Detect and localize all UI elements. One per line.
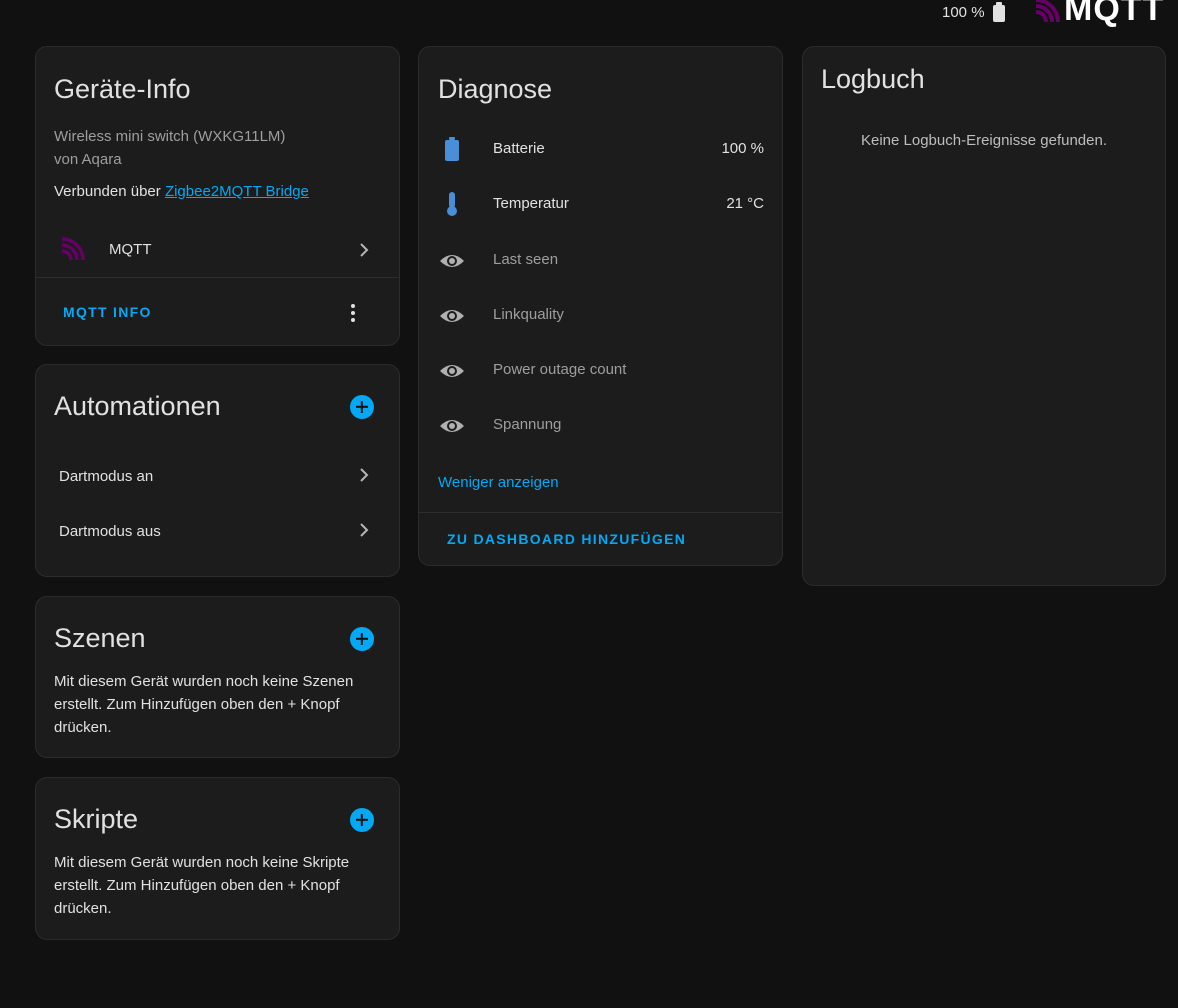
integration-label: MQTT (109, 241, 152, 258)
battery-level-text: 100 % (942, 3, 985, 21)
mqtt-logo-icon (1035, 0, 1060, 22)
automation-item-label: Dartmodus an (59, 468, 154, 485)
add-automation-button[interactable] (350, 395, 374, 419)
add-scene-button[interactable] (350, 627, 374, 651)
connected-via: Verbunden über Zigbee2MQTT Bridge (54, 180, 309, 203)
automations-title: Automationen (54, 391, 221, 421)
mqtt-logo: MQTT (1034, 0, 1164, 29)
diagnostics-title: Diagnose (438, 74, 553, 104)
scripts-empty-line: erstellt. Zum Hinzufügen oben den + Knop… (54, 877, 340, 894)
zigbee2mqtt-bridge-link[interactable]: Zigbee2MQTT Bridge (165, 183, 309, 200)
mqtt-info-button[interactable]: MQTT INFO (63, 304, 152, 320)
scripts-empty-line: Mit diesem Gerät wurden noch keine Skrip… (54, 854, 350, 871)
diagnostic-row-temperature[interactable]: Temperatur 21 °C (419, 182, 782, 226)
chevron-right-icon (360, 243, 369, 257)
diagnostic-row-last-seen[interactable]: Last seen (419, 238, 782, 282)
scenes-card: Szenen Mit diesem Gerät wurden noch kein… (35, 596, 400, 758)
automations-card: Automationen Dartmodus an Dartmodus aus (35, 364, 400, 577)
scenes-empty-line: Mit diesem Gerät wurden noch keine Szene… (54, 673, 354, 690)
logbook-title: Logbuch (821, 64, 925, 94)
top-bar: 100 % MQTT (0, 0, 1178, 30)
scenes-empty-line: drücken. (54, 719, 112, 736)
chevron-right-icon (360, 523, 369, 537)
device-manufacturer: von Aqara (54, 151, 122, 168)
eye-icon (440, 310, 464, 322)
add-script-button[interactable] (350, 808, 374, 832)
eye-icon (440, 420, 464, 432)
mqtt-logo-icon (61, 237, 85, 261)
device-info-title: Geräte-Info (54, 74, 191, 104)
mqtt-logo-text: MQTT (1064, 0, 1165, 28)
diagnostic-row-battery[interactable]: Batterie 100 % (419, 127, 782, 171)
eye-icon (440, 365, 464, 377)
diagnostic-label: Linkquality (493, 306, 564, 323)
device-info-card: Geräte-Info Wireless mini switch (WXKG11… (35, 46, 400, 346)
scenes-empty-line: erstellt. Zum Hinzufügen oben den + Knop… (54, 696, 340, 713)
device-info-divider (36, 277, 399, 278)
device-model: Wireless mini switch (WXKG11LM) (54, 128, 286, 145)
scripts-empty-text: Mit diesem Gerät wurden noch keine Skrip… (54, 851, 349, 920)
scenes-empty-text: Mit diesem Gerät wurden noch keine Szene… (54, 670, 353, 739)
chevron-right-icon (360, 468, 369, 482)
battery-status: 100 % (942, 2, 1005, 22)
diagnostic-value: 100 % (721, 140, 764, 157)
diagnostic-label: Power outage count (493, 361, 627, 378)
connected-via-prefix: Verbunden über (54, 183, 165, 200)
battery-icon (445, 137, 459, 161)
automation-item-label: Dartmodus aus (59, 523, 161, 540)
diagnostic-row-power-outage-count[interactable]: Power outage count (419, 348, 782, 392)
eye-icon (440, 255, 464, 267)
diagnostic-label: Temperatur (493, 195, 569, 212)
logbook-card: Logbuch Keine Logbuch-Ereignisse gefunde… (802, 46, 1166, 586)
show-less-link[interactable]: Weniger anzeigen (438, 471, 559, 494)
diagnostics-card: Diagnose Batterie 100 % Temperatur 21 °C… (418, 46, 783, 566)
diagnostic-value: 21 °C (726, 195, 764, 212)
integration-row-mqtt[interactable]: MQTT (36, 227, 399, 277)
diagnostic-label: Batterie (493, 140, 545, 157)
logbook-empty-text: Keine Logbuch-Ereignisse gefunden. (860, 132, 1107, 149)
diagnostic-label: Spannung (493, 416, 562, 433)
diagnostics-divider (419, 512, 782, 513)
scripts-title: Skripte (54, 804, 139, 834)
automation-item[interactable]: Dartmodus an (36, 455, 399, 497)
thermometer-icon (447, 192, 457, 216)
scripts-card: Skripte Mit diesem Gerät wurden noch kei… (35, 777, 400, 940)
diagnostic-label: Last seen (493, 251, 559, 268)
diagnostic-row-linkquality[interactable]: Linkquality (419, 293, 782, 337)
diagnostic-row-voltage[interactable]: Spannung (419, 403, 782, 447)
add-to-dashboard-button[interactable]: ZU DASHBOARD HINZUFÜGEN (447, 531, 686, 547)
more-vertical-icon[interactable] (347, 303, 359, 323)
battery-icon (992, 2, 1005, 22)
scenes-title: Szenen (54, 623, 146, 653)
automation-item[interactable]: Dartmodus aus (36, 510, 399, 552)
scripts-empty-line: drücken. (54, 900, 112, 917)
